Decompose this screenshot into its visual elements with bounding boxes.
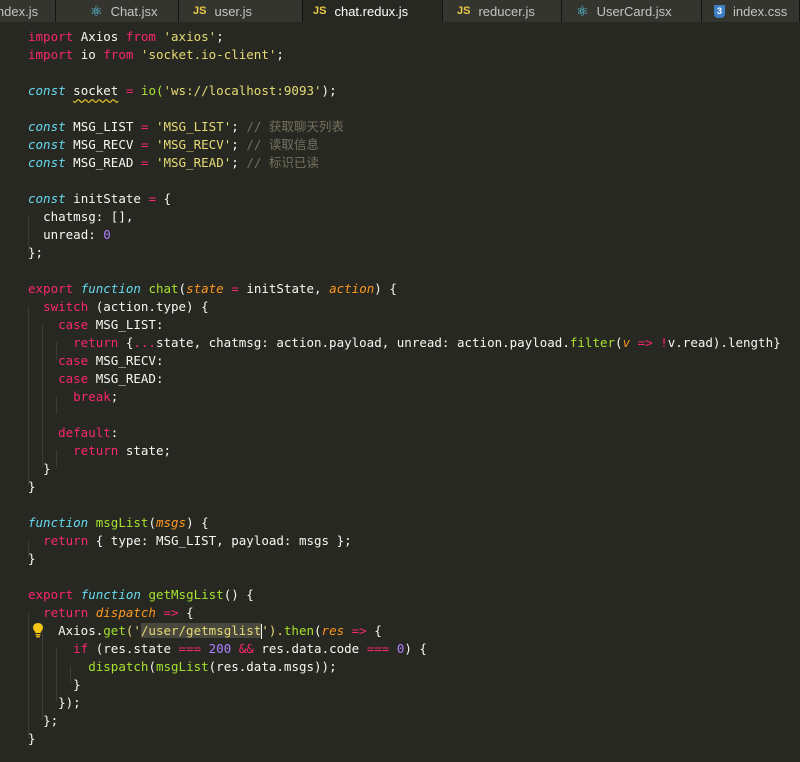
code-line-6: const MSG_LIST = 'MSG_LIST'; // 获取聊天列表 xyxy=(28,119,344,134)
code-line-17: case MSG_LIST: xyxy=(58,317,164,332)
tab-label: index.js xyxy=(0,3,39,19)
code-line-37: } xyxy=(73,677,81,692)
selected-text: /user/getmsglist xyxy=(140,623,262,638)
tab-label: index.css xyxy=(733,3,788,19)
tab-usercard-jsx[interactable]: ⚛ UserCard.jsx xyxy=(562,0,702,22)
code-line-28: function msgList(msgs) { xyxy=(28,515,209,530)
tab-index-css[interactable]: 3 index.css xyxy=(702,0,800,22)
tab-user-js[interactable]: JS user.js xyxy=(179,0,303,22)
code-line-20: case MSG_READ: xyxy=(58,371,164,386)
code-line-15: export function chat(state = initState, … xyxy=(28,281,397,296)
tab-reducer-js[interactable]: JS reducer.js xyxy=(443,0,562,22)
code-line-33: return dispatch => { xyxy=(43,605,194,620)
react-file-icon: ⚛ xyxy=(576,2,589,19)
tab-label: chat.redux.js xyxy=(334,3,409,19)
react-file-icon: ⚛ xyxy=(90,2,103,19)
code-line-32: export function getMsgList() { xyxy=(28,587,254,602)
js-file-icon: JS xyxy=(457,5,471,17)
code-comment: // 获取聊天列表 xyxy=(246,119,344,134)
lightbulb-icon-shape xyxy=(33,623,43,638)
tab-label: user.js xyxy=(214,3,253,19)
code-line-8: const MSG_READ = 'MSG_READ'; // 标识已读 xyxy=(28,155,319,170)
code-line-18: return {...state, chatmsg: action.payloa… xyxy=(73,335,781,350)
code-line-2: import io from 'socket.io-client'; xyxy=(28,47,284,62)
code-line-24: return state; xyxy=(73,443,171,458)
code-line-34: Axios.get('/user/getmsglist').then(res =… xyxy=(58,623,382,639)
code-line-36: dispatch(msgList(res.data.msgs)); xyxy=(88,659,337,674)
tab-label: Chat.jsx xyxy=(110,3,158,19)
code-line-40: } xyxy=(28,731,36,746)
tab-index-js[interactable]: JS index.js xyxy=(0,0,56,22)
code-editor[interactable]: import Axios from 'axios'; import io fro… xyxy=(0,22,800,762)
code-comment: // 读取信息 xyxy=(246,137,319,152)
code-line-4: const socket = io('ws://localhost:9093')… xyxy=(28,83,337,98)
code-line-1: import Axios from 'axios'; xyxy=(28,29,224,44)
unused-variable-warning: socket xyxy=(73,83,119,98)
code-line-26: } xyxy=(28,479,36,494)
tab-chat-jsx[interactable]: ⚛ Chat.jsx xyxy=(56,0,179,22)
code-comment: // 标识已读 xyxy=(246,155,319,170)
code-line-11: chatmsg: [], xyxy=(43,209,134,224)
js-file-icon: JS xyxy=(193,5,207,17)
code-line-7: const MSG_RECV = 'MSG_RECV'; // 读取信息 xyxy=(28,137,319,152)
code-line-39: }; xyxy=(43,713,59,728)
code-line-38: }); xyxy=(58,695,81,710)
tab-label: UserCard.jsx xyxy=(596,3,672,19)
code-line-30: } xyxy=(28,551,36,566)
editor-tab-bar: JS index.js ⚛ Chat.jsx JS user.js JS cha… xyxy=(0,0,800,22)
code-line-10: const initState = { xyxy=(28,191,172,206)
code-line-25: } xyxy=(43,461,51,476)
tab-chat-redux-js[interactable]: JS chat.redux.js xyxy=(303,0,443,22)
code-line-21: break; xyxy=(73,389,119,404)
code-line-16: switch (action.type) { xyxy=(43,299,209,314)
code-line-13: }; xyxy=(28,245,44,260)
js-file-icon: JS xyxy=(313,5,327,17)
css-file-icon: 3 xyxy=(714,4,725,18)
code-line-35: if (res.state === 200 && res.data.code =… xyxy=(73,641,427,656)
code-line-19: case MSG_RECV: xyxy=(58,353,164,368)
code-line-23: default: xyxy=(58,425,119,440)
lightbulb-icon[interactable] xyxy=(32,622,44,638)
code-line-12: unread: 0 xyxy=(43,227,111,242)
code-line-29: return { type: MSG_LIST, payload: msgs }… xyxy=(43,533,352,548)
tab-label: reducer.js xyxy=(478,3,535,19)
